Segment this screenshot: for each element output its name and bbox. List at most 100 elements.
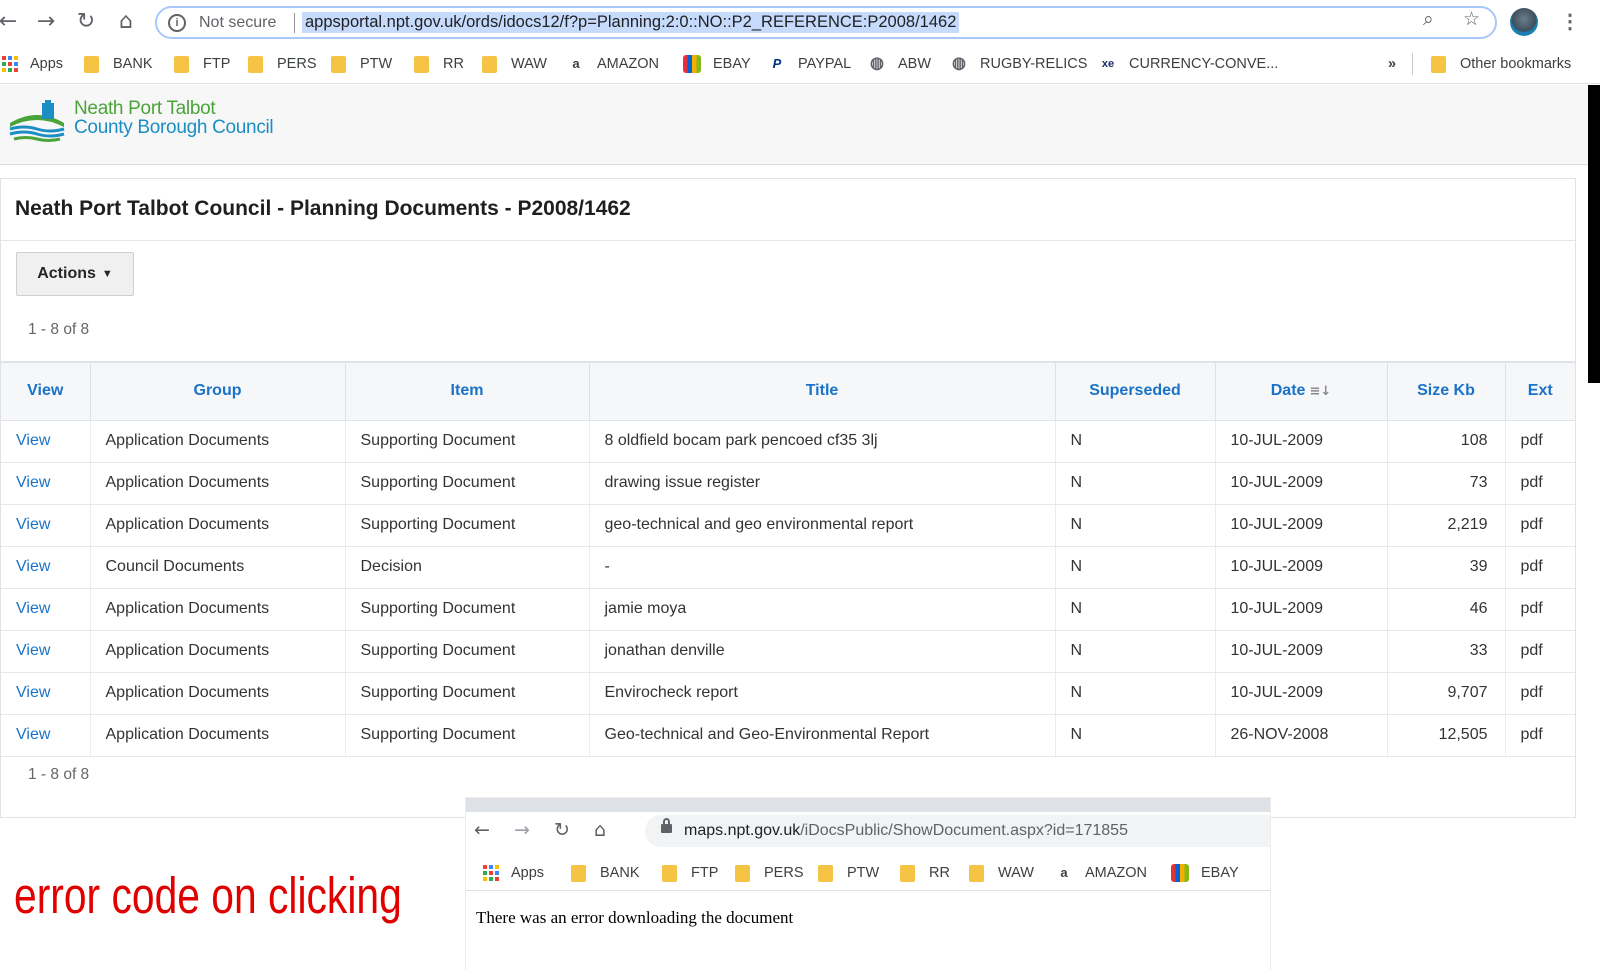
- bookmark-bank[interactable]: BANK: [571, 862, 640, 884]
- reload-icon[interactable]: ↻: [554, 819, 570, 841]
- ebay-icon: e: [683, 55, 701, 73]
- item-cell: Supporting Document: [345, 504, 590, 547]
- item-cell: Supporting Document: [345, 462, 590, 505]
- date-cell: 10-JUL-2009: [1215, 420, 1388, 463]
- view-document-link[interactable]: View: [16, 600, 50, 617]
- bookmark-paypal[interactable]: P PAYPAL: [768, 53, 852, 75]
- view-document-link[interactable]: View: [16, 558, 50, 575]
- column-header-title[interactable]: Title: [589, 361, 1056, 421]
- view-link[interactable]: View: [1, 504, 91, 547]
- home-icon[interactable]: ⌂: [594, 819, 606, 841]
- column-header-date[interactable]: Date ≡↓: [1215, 361, 1388, 421]
- column-header-size[interactable]: Size Kb: [1387, 361, 1506, 421]
- title-cell: geo-technical and geo environmental repo…: [589, 504, 1056, 547]
- view-document-link[interactable]: View: [16, 516, 50, 533]
- more-bookmarks-button[interactable]: »: [1388, 53, 1396, 75]
- column-header-item[interactable]: Item: [345, 361, 590, 421]
- bookmark-ptw[interactable]: PTW: [818, 862, 879, 884]
- superseded-cell: N: [1055, 420, 1216, 463]
- actions-button[interactable]: Actions ▼: [16, 252, 134, 296]
- info-icon[interactable]: i: [168, 14, 186, 32]
- bookmark-currency-converter[interactable]: xe CURRENCY-CONVE...: [1099, 53, 1278, 75]
- bookmark-rugby-relics[interactable]: ◍ RUGBY-RELICS: [950, 53, 1087, 75]
- bookmark-amazon[interactable]: a AMAZON: [1055, 862, 1147, 884]
- bookmark-apps[interactable]: Apps: [483, 862, 544, 884]
- view-link[interactable]: View: [1, 714, 91, 757]
- documents-table: View Group Item Title Superseded Date ≡↓ …: [1, 361, 1575, 757]
- bookmark-abw[interactable]: ◍ ABW: [868, 53, 931, 75]
- popup-address-bar[interactable]: maps.npt.gov.uk/iDocsPublic/ShowDocument…: [645, 815, 1270, 847]
- superseded-cell: N: [1055, 714, 1216, 757]
- forward-icon[interactable]: →: [32, 8, 60, 36]
- view-link[interactable]: View: [1, 462, 91, 505]
- group-cell: Application Documents: [90, 462, 346, 505]
- view-link[interactable]: View: [1, 420, 91, 463]
- zoom-icon[interactable]: ⌕: [1423, 8, 1434, 30]
- bookmark-rr[interactable]: RR: [900, 862, 950, 884]
- item-cell: Supporting Document: [345, 630, 590, 673]
- column-header-group[interactable]: Group: [90, 361, 346, 421]
- view-document-link[interactable]: View: [16, 474, 50, 491]
- popup-url-text[interactable]: maps.npt.gov.uk/iDocsPublic/ShowDocument…: [684, 822, 1128, 840]
- bookmark-ftp[interactable]: FTP: [174, 53, 230, 75]
- view-link[interactable]: View: [1, 630, 91, 673]
- profile-avatar[interactable]: [1510, 8, 1538, 36]
- table-row: View Application Documents Supporting Docu…: [1, 504, 1575, 547]
- folder-icon: [818, 864, 833, 882]
- view-document-link[interactable]: View: [16, 726, 50, 743]
- bookmark-ebay[interactable]: eEBAY: [1171, 862, 1239, 884]
- popup-bookmarks-bar: Apps BANK FTP PERS PTW RR WAW aAMAZON eE…: [466, 855, 1270, 891]
- view-link[interactable]: View: [1, 588, 91, 631]
- bookmark-waw[interactable]: WAW: [482, 53, 547, 75]
- star-icon[interactable]: ☆: [1463, 8, 1480, 30]
- back-icon[interactable]: ←: [474, 819, 490, 841]
- view-document-link[interactable]: View: [16, 684, 50, 701]
- address-bar[interactable]: i Not secure appsportal.npt.gov.uk/ords/…: [155, 6, 1497, 39]
- divider: [1, 240, 1575, 241]
- view-document-link[interactable]: View: [16, 432, 50, 449]
- bookmark-bank[interactable]: BANK: [84, 53, 153, 75]
- table-header-row: View Group Item Title Superseded Date ≡↓ …: [1, 361, 1575, 421]
- view-link[interactable]: View: [1, 672, 91, 715]
- pagination-top: 1 - 8 of 8: [28, 321, 90, 338]
- folder-icon: [1431, 55, 1446, 73]
- bookmark-pers[interactable]: PERS: [248, 53, 317, 75]
- column-header-view[interactable]: View: [1, 361, 91, 421]
- bookmark-waw[interactable]: WAW: [969, 862, 1034, 884]
- bookmark-ftp[interactable]: FTP: [662, 862, 718, 884]
- ext-cell: pdf: [1505, 588, 1575, 631]
- forward-icon[interactable]: →: [514, 819, 530, 841]
- url-text[interactable]: appsportal.npt.gov.uk/ords/idocs12/f?p=P…: [302, 12, 960, 33]
- bookmark-apps[interactable]: Apps: [2, 53, 63, 75]
- back-icon[interactable]: ←: [0, 8, 22, 36]
- menu-icon[interactable]: ⋮: [1560, 9, 1580, 34]
- documents-region: Neath Port Talbot Council - Planning Doc…: [0, 178, 1576, 818]
- council-logo-icon[interactable]: [8, 99, 66, 143]
- column-header-ext[interactable]: Ext: [1505, 361, 1575, 421]
- globe-icon: ◍: [952, 55, 966, 72]
- column-header-superseded[interactable]: Superseded: [1055, 361, 1216, 421]
- council-logo-text[interactable]: Neath Port Talbot County Borough Council: [74, 99, 274, 137]
- item-cell: Decision: [345, 546, 590, 589]
- reload-icon[interactable]: ↻: [72, 8, 100, 36]
- view-document-link[interactable]: View: [16, 642, 50, 659]
- view-link[interactable]: View: [1, 546, 91, 589]
- title-cell: jonathan denville: [589, 630, 1056, 673]
- bookmark-amazon[interactable]: a AMAZON: [567, 53, 659, 75]
- size-cell: 39: [1387, 546, 1506, 589]
- home-icon[interactable]: ⌂: [112, 8, 140, 36]
- bookmark-pers[interactable]: PERS: [735, 862, 804, 884]
- date-cell: 10-JUL-2009: [1215, 630, 1388, 673]
- item-cell: Supporting Document: [345, 588, 590, 631]
- bookmark-ebay[interactable]: eEBAY: [683, 53, 751, 75]
- window-edge: [1588, 85, 1600, 383]
- table-row: View Council Documents Decision - N 10-JUL-20…: [1, 546, 1575, 589]
- bookmark-rr[interactable]: RR: [414, 53, 464, 75]
- page-title: Neath Port Talbot Council - Planning Doc…: [15, 197, 631, 220]
- other-bookmarks[interactable]: Other bookmarks: [1431, 53, 1571, 75]
- title-cell: -: [589, 546, 1056, 589]
- error-popup-window: ← → ↻ ⌂ maps.npt.gov.uk/iDocsPublic/Show…: [466, 798, 1270, 970]
- folder-icon: [174, 55, 189, 73]
- bookmark-ptw[interactable]: PTW: [331, 53, 392, 75]
- divider: [294, 13, 295, 33]
